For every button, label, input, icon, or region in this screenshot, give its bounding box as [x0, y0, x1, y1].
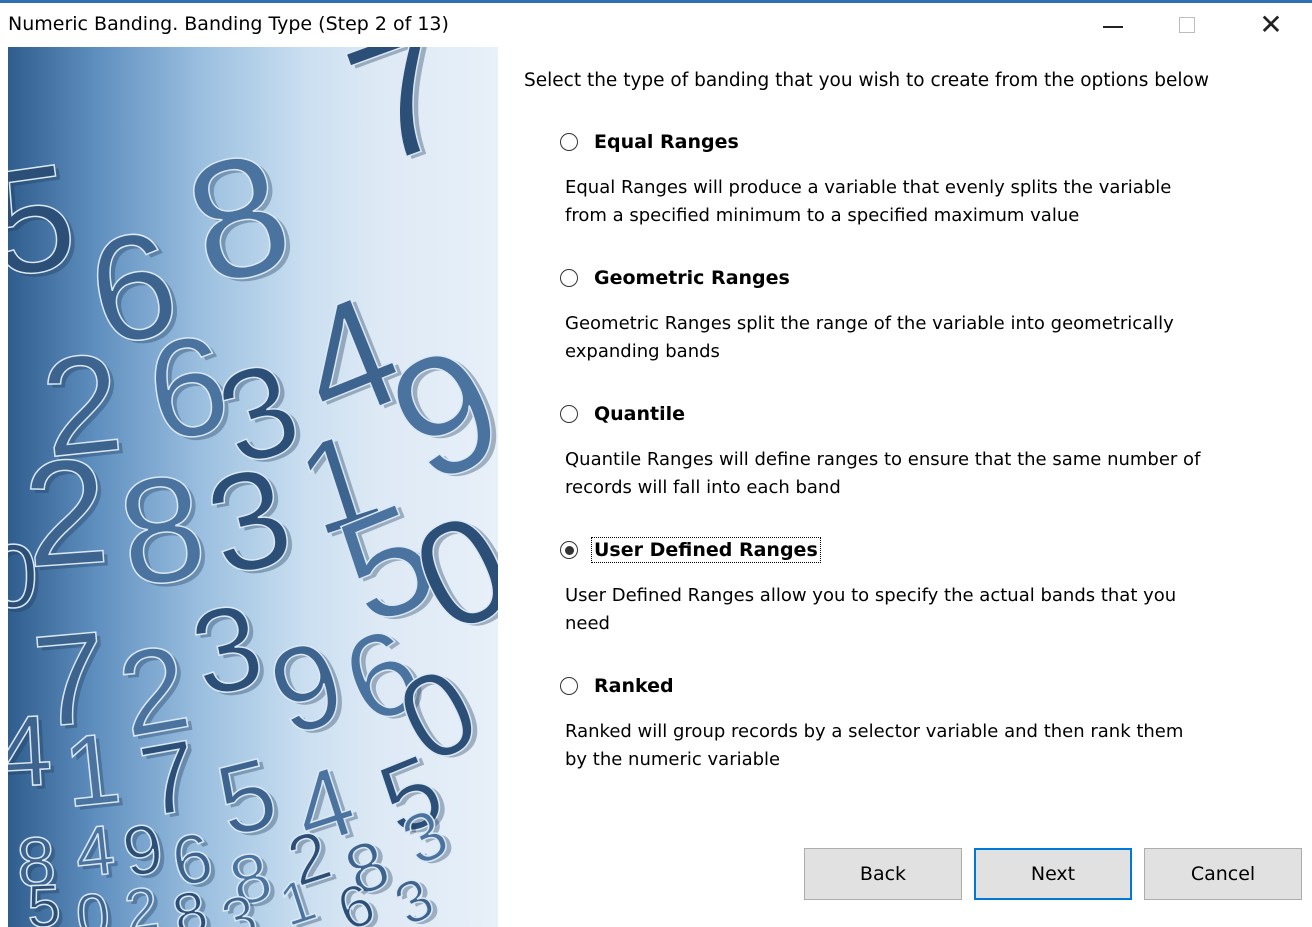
- option-label[interactable]: Quantile: [592, 402, 687, 426]
- svg-text:4: 4: [71, 810, 118, 892]
- option-description: User Defined Ranges allow you to specify…: [565, 585, 1177, 634]
- option-label[interactable]: Ranked: [592, 674, 676, 698]
- option-geometric-ranges[interactable]: Geometric Ranges: [560, 263, 792, 293]
- radio-geometric-ranges[interactable]: [560, 269, 578, 287]
- svg-text:4: 4: [8, 694, 55, 809]
- maximize-button[interactable]: [1152, 3, 1222, 47]
- option-description: Geometric Ranges split the range of the …: [565, 313, 1174, 362]
- window-title: Numeric Banding. Banding Type (Step 2 of…: [8, 13, 449, 35]
- decorative-digit: 55: [25, 871, 66, 927]
- next-button[interactable]: Next: [974, 848, 1132, 900]
- wizard-content: Select the type of banding that you wish…: [498, 47, 1312, 927]
- option-description: Quantile Ranges will define ranges to en…: [565, 449, 1201, 498]
- option-description: Equal Ranges will produce a variable tha…: [565, 177, 1172, 226]
- option-description: Ranked will group records by a selector …: [565, 721, 1184, 770]
- option-ranked[interactable]: Ranked: [560, 671, 676, 701]
- radio-selected-dot: [564, 545, 574, 555]
- decorative-numbers-image: 5566887722663344990022883311550077223399…: [8, 47, 498, 927]
- cancel-button[interactable]: Cancel: [1144, 848, 1302, 900]
- minimize-button[interactable]: [1078, 3, 1148, 47]
- close-button[interactable]: ✕: [1236, 3, 1306, 47]
- radio-ranked[interactable]: [560, 677, 578, 695]
- radio-equal-ranges[interactable]: [560, 133, 578, 151]
- decorative-digit: 77: [325, 47, 485, 204]
- decorative-digit: 22: [18, 425, 118, 603]
- svg-text:2: 2: [19, 426, 114, 599]
- radio-quantile[interactable]: [560, 405, 578, 423]
- option-user-defined-ranges[interactable]: User Defined Ranges: [560, 535, 821, 565]
- svg-text:5: 5: [26, 872, 62, 927]
- title-bar: Numeric Banding. Banding Type (Step 2 of…: [0, 3, 1312, 47]
- option-quantile[interactable]: Quantile: [560, 399, 687, 429]
- decorative-digit: 44: [8, 693, 59, 812]
- option-label[interactable]: Geometric Ranges: [592, 266, 792, 290]
- svg-text:5: 5: [8, 131, 85, 309]
- option-label[interactable]: User Defined Ranges: [591, 537, 821, 563]
- option-label[interactable]: Equal Ranges: [592, 130, 741, 154]
- minimize-icon: [1103, 26, 1123, 28]
- numbers-illustration: 5566887722 663344990022 883311550077 223399…: [8, 47, 498, 927]
- svg-text:0: 0: [73, 880, 112, 927]
- back-button[interactable]: Back: [804, 848, 962, 900]
- decorative-digit: 00: [73, 880, 117, 927]
- close-icon: ✕: [1259, 8, 1283, 41]
- maximize-icon: [1179, 17, 1195, 33]
- option-equal-ranges[interactable]: Equal Ranges: [560, 127, 741, 157]
- radio-user-defined-ranges[interactable]: [560, 541, 578, 559]
- instruction-text: Select the type of banding that you wish…: [524, 70, 1209, 91]
